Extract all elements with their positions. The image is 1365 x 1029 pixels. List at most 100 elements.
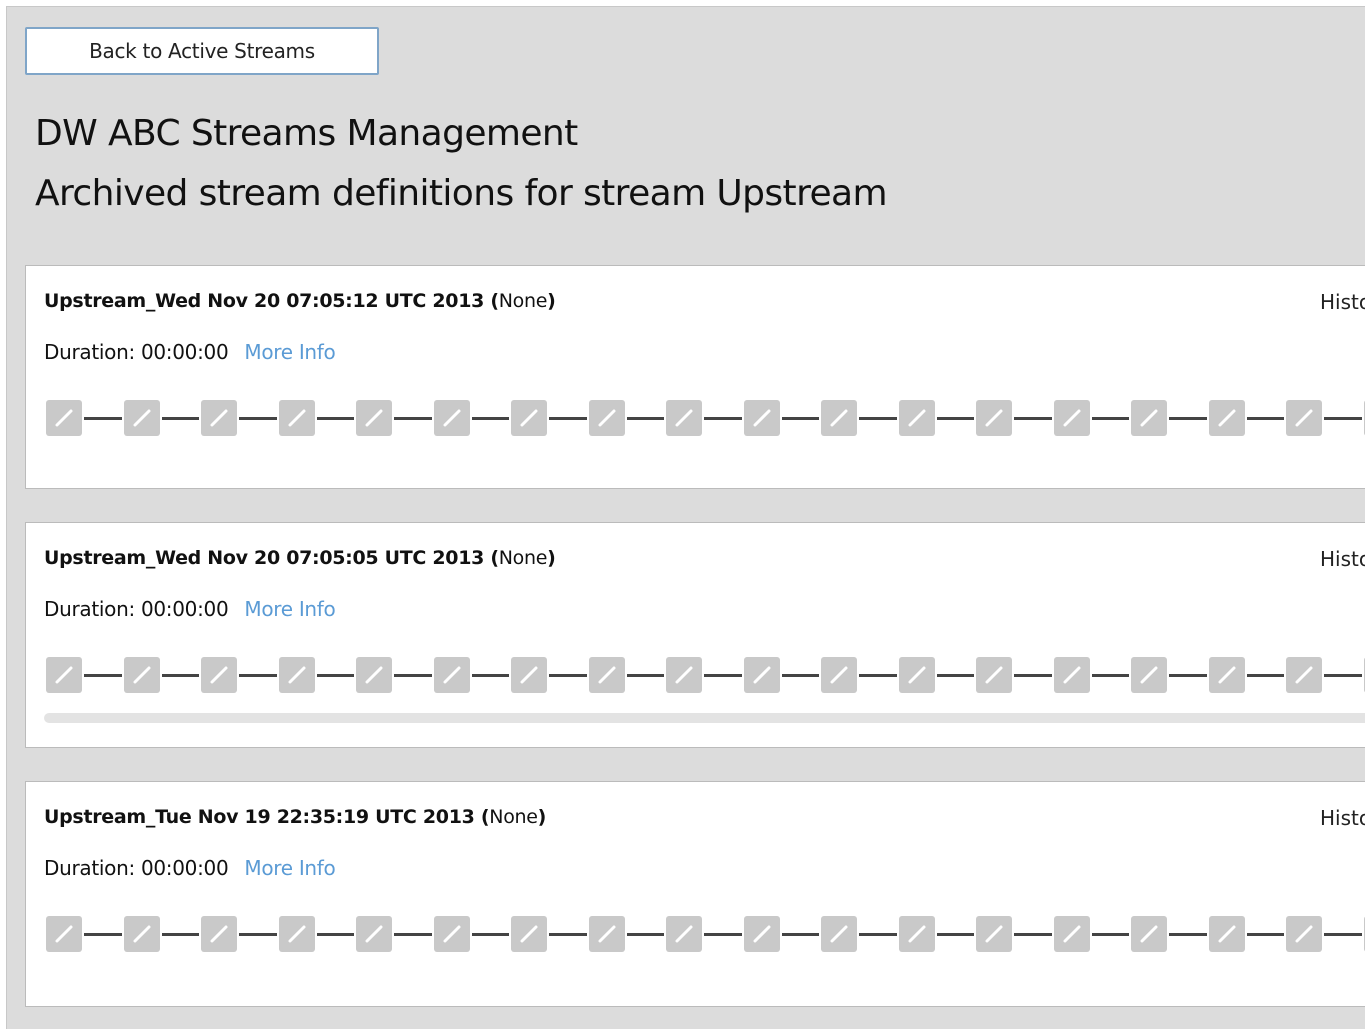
step-connector: [704, 417, 742, 420]
edit-pencil-icon[interactable]: [1054, 400, 1090, 436]
step-connector: [84, 933, 122, 936]
edit-pencil-icon[interactable]: [1131, 400, 1167, 436]
more-info-link[interactable]: More Info: [244, 856, 335, 880]
step-connector: [627, 933, 664, 936]
edit-pencil-icon[interactable]: [1286, 916, 1322, 952]
step-connector: [317, 933, 354, 936]
more-info-link[interactable]: More Info: [244, 340, 335, 364]
edit-pencil-icon[interactable]: [46, 916, 82, 952]
history-link[interactable]: Histo: [1320, 547, 1365, 571]
edit-pencil-icon[interactable]: [511, 657, 547, 693]
edit-pencil-icon[interactable]: [279, 916, 315, 952]
stream-status: None: [498, 547, 548, 569]
edit-pencil-icon[interactable]: [46, 400, 82, 436]
edit-pencil-icon[interactable]: [589, 916, 625, 952]
edit-pencil-icon[interactable]: [124, 400, 160, 436]
step-connector: [937, 933, 974, 936]
edit-pencil-icon[interactable]: [356, 657, 392, 693]
edit-pencil-icon[interactable]: [434, 916, 470, 952]
step-connector: [1247, 674, 1284, 677]
step-connector: [937, 674, 974, 677]
step-connector: [394, 933, 432, 936]
edit-pencil-icon[interactable]: [744, 916, 780, 952]
edit-pencil-icon[interactable]: [976, 657, 1012, 693]
edit-pencil-icon[interactable]: [356, 400, 392, 436]
edit-pencil-icon[interactable]: [976, 400, 1012, 436]
back-to-active-streams-button[interactable]: Back to Active Streams: [25, 27, 379, 75]
edit-pencil-icon[interactable]: [124, 657, 160, 693]
history-link[interactable]: Histo: [1320, 290, 1365, 314]
edit-pencil-icon[interactable]: [201, 400, 237, 436]
edit-pencil-icon[interactable]: [201, 916, 237, 952]
edit-pencil-icon[interactable]: [1131, 657, 1167, 693]
step-connector: [1324, 674, 1362, 677]
edit-pencil-icon[interactable]: [1054, 657, 1090, 693]
history-link[interactable]: Histo: [1320, 806, 1365, 830]
step-connector: [1247, 417, 1284, 420]
edit-pencil-icon[interactable]: [666, 657, 702, 693]
step-connector: [317, 417, 354, 420]
edit-pencil-icon[interactable]: [124, 916, 160, 952]
duration-label: Duration: 00:00:00: [44, 340, 229, 364]
edit-pencil-icon[interactable]: [1054, 916, 1090, 952]
edit-pencil-icon[interactable]: [899, 400, 935, 436]
edit-pencil-icon[interactable]: [821, 400, 857, 436]
step-connector: [549, 933, 587, 936]
step-connector: [549, 674, 587, 677]
stream-card: Upstream_Wed Nov 20 07:05:05 UTC 2013 (N…: [25, 522, 1365, 748]
step-connector: [1014, 417, 1052, 420]
step-connector: [394, 417, 432, 420]
step-connector: [1092, 933, 1129, 936]
page-title: DW ABC Streams Management: [35, 113, 578, 154]
step-connector: [1169, 417, 1207, 420]
edit-pencil-icon[interactable]: [511, 916, 547, 952]
edit-pencil-icon[interactable]: [46, 657, 82, 693]
stream-header: Upstream_Wed Nov 20 07:05:12 UTC 2013 (N…: [44, 290, 556, 312]
stream-header: Upstream_Tue Nov 19 22:35:19 UTC 2013 (N…: [44, 806, 547, 828]
step-connector: [472, 933, 509, 936]
edit-pencil-icon[interactable]: [434, 657, 470, 693]
stream-steps: [46, 657, 1365, 693]
edit-pencil-icon[interactable]: [1209, 657, 1245, 693]
edit-pencil-icon[interactable]: [1131, 916, 1167, 952]
edit-pencil-icon[interactable]: [1209, 916, 1245, 952]
step-connector: [162, 674, 199, 677]
edit-pencil-icon[interactable]: [1209, 400, 1245, 436]
edit-pencil-icon[interactable]: [589, 657, 625, 693]
step-connector: [394, 674, 432, 677]
step-connector: [1247, 933, 1284, 936]
stream-steps: [46, 916, 1365, 952]
step-connector: [1092, 417, 1129, 420]
step-connector: [472, 674, 509, 677]
edit-pencil-icon[interactable]: [511, 400, 547, 436]
step-connector: [704, 674, 742, 677]
stream-duration: Duration: 00:00:00 More Info: [44, 340, 336, 364]
step-connector: [472, 417, 509, 420]
edit-pencil-icon[interactable]: [666, 400, 702, 436]
edit-pencil-icon[interactable]: [744, 657, 780, 693]
edit-pencil-icon[interactable]: [821, 657, 857, 693]
horizontal-scrollbar[interactable]: [44, 713, 1365, 723]
edit-pencil-icon[interactable]: [666, 916, 702, 952]
edit-pencil-icon[interactable]: [201, 657, 237, 693]
edit-pencil-icon[interactable]: [899, 916, 935, 952]
edit-pencil-icon[interactable]: [279, 657, 315, 693]
edit-pencil-icon[interactable]: [899, 657, 935, 693]
stream-steps: [46, 400, 1365, 436]
edit-pencil-icon[interactable]: [1286, 400, 1322, 436]
edit-pencil-icon[interactable]: [1286, 657, 1322, 693]
edit-pencil-icon[interactable]: [821, 916, 857, 952]
stream-status: None: [498, 290, 548, 312]
edit-pencil-icon[interactable]: [744, 400, 780, 436]
edit-pencil-icon[interactable]: [279, 400, 315, 436]
stream-status: None: [489, 806, 538, 828]
step-connector: [1014, 674, 1052, 677]
step-connector: [937, 417, 974, 420]
edit-pencil-icon[interactable]: [356, 916, 392, 952]
edit-pencil-icon[interactable]: [589, 400, 625, 436]
edit-pencil-icon[interactable]: [434, 400, 470, 436]
edit-pencil-icon[interactable]: [976, 916, 1012, 952]
page-frame: Back to Active Streams DW ABC Streams Ma…: [6, 6, 1365, 1029]
duration-label: Duration: 00:00:00: [44, 597, 229, 621]
more-info-link[interactable]: More Info: [244, 597, 335, 621]
